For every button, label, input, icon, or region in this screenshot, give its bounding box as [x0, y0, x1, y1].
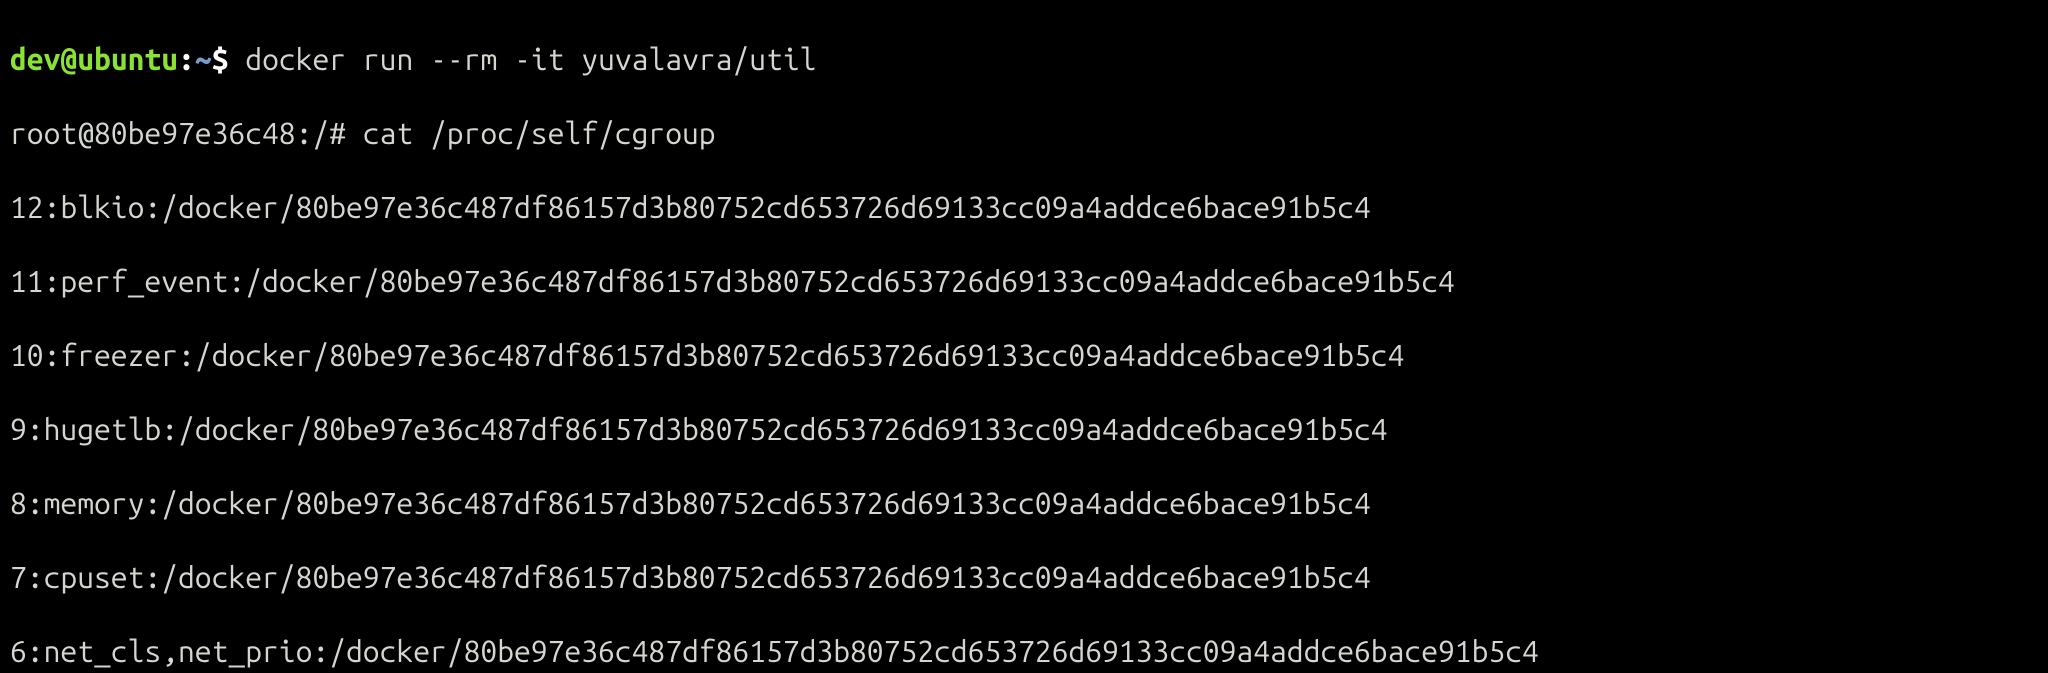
- output-line: 9:hugetlb:/docker/80be97e36c487df86157d3…: [10, 411, 2038, 448]
- prompt-host: ubuntu: [77, 42, 178, 76]
- prompt-sigil: $: [212, 42, 246, 76]
- output-line: 11:perf_event:/docker/80be97e36c487df861…: [10, 263, 2038, 300]
- prompt-user: dev: [10, 42, 60, 76]
- command-1: docker run --rm -it yuvalavra/util: [245, 42, 816, 76]
- prompt-line-2: root@80be97e36c48:/# cat /proc/self/cgro…: [10, 115, 2038, 152]
- output-line: 7:cpuset:/docker/80be97e36c487df86157d3b…: [10, 559, 2038, 596]
- output-line: 6:net_cls,net_prio:/docker/80be97e36c487…: [10, 633, 2038, 670]
- terminal[interactable]: dev@ubuntu:~$ docker run --rm -it yuvala…: [0, 0, 2048, 673]
- prompt-at: @: [60, 42, 77, 76]
- output-line: 8:memory:/docker/80be97e36c487df86157d3b…: [10, 485, 2038, 522]
- prompt-line-1: dev@ubuntu:~$ docker run --rm -it yuvala…: [10, 41, 2038, 78]
- prompt-colon: :: [178, 42, 195, 76]
- output-line: 10:freezer:/docker/80be97e36c487df86157d…: [10, 337, 2038, 374]
- prompt-path: ~: [195, 42, 212, 76]
- output-line: 12:blkio:/docker/80be97e36c487df86157d3b…: [10, 189, 2038, 226]
